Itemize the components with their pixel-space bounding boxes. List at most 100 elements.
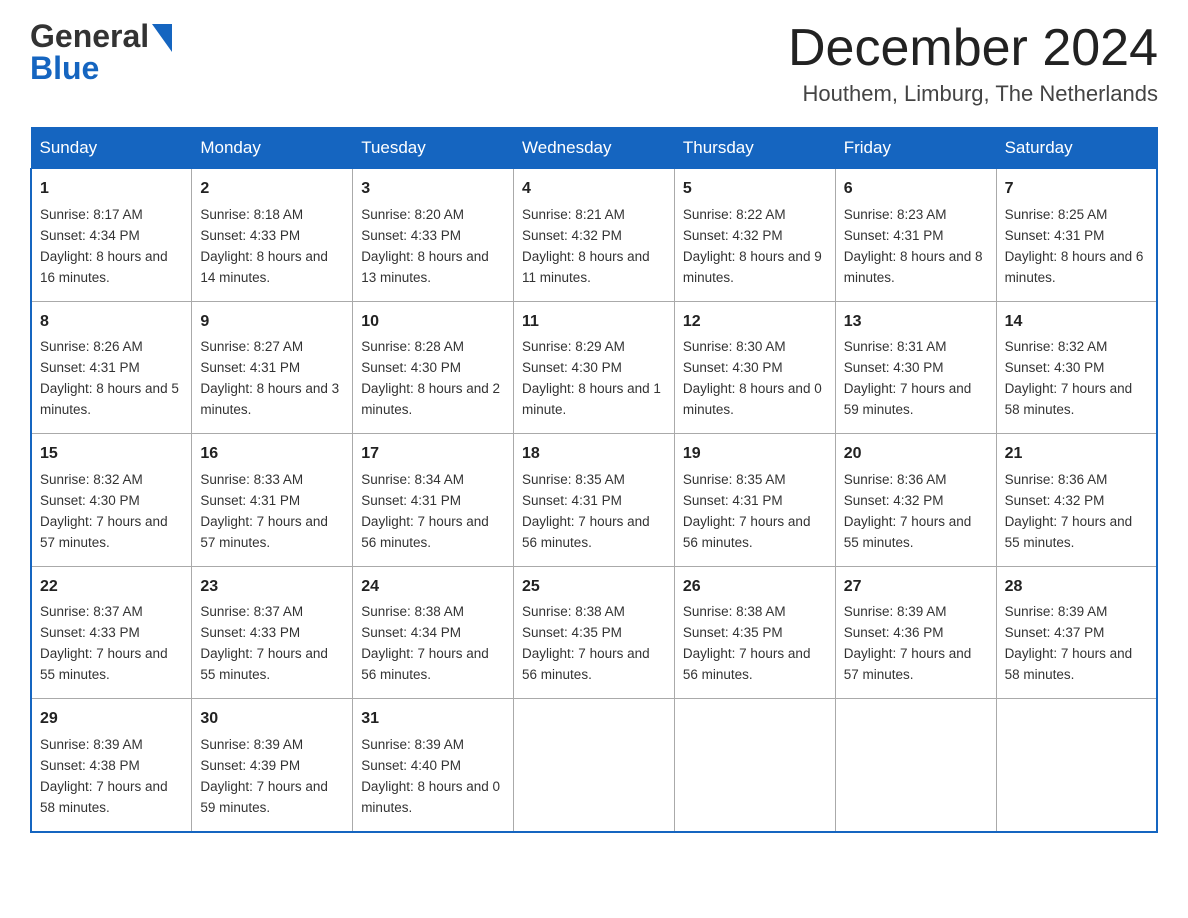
daylight-text: Daylight: 8 hours and 9 minutes.: [683, 249, 822, 285]
calendar-cell: 11Sunrise: 8:29 AMSunset: 4:30 PMDayligh…: [514, 301, 675, 433]
calendar-cell: 24Sunrise: 8:38 AMSunset: 4:34 PMDayligh…: [353, 566, 514, 698]
daylight-text: Daylight: 7 hours and 56 minutes.: [683, 646, 811, 682]
calendar-week-row: 29Sunrise: 8:39 AMSunset: 4:38 PMDayligh…: [31, 699, 1157, 832]
calendar-cell: 4Sunrise: 8:21 AMSunset: 4:32 PMDaylight…: [514, 169, 675, 301]
day-number: 3: [361, 177, 505, 202]
sunset-text: Sunset: 4:31 PM: [683, 493, 783, 508]
sunset-text: Sunset: 4:30 PM: [522, 360, 622, 375]
sunrise-text: Sunrise: 8:27 AM: [200, 339, 303, 354]
day-number: 11: [522, 310, 666, 335]
calendar-cell: 5Sunrise: 8:22 AMSunset: 4:32 PMDaylight…: [674, 169, 835, 301]
logo-arrow-icon: [152, 24, 172, 52]
col-saturday: Saturday: [996, 128, 1157, 169]
calendar-cell: 13Sunrise: 8:31 AMSunset: 4:30 PMDayligh…: [835, 301, 996, 433]
sunset-text: Sunset: 4:32 PM: [683, 228, 783, 243]
sunrise-text: Sunrise: 8:32 AM: [1005, 339, 1108, 354]
day-number: 4: [522, 177, 666, 202]
logo-general-text: General: [30, 20, 149, 52]
calendar-cell: 9 Sunrise: 8:27 AM Sunset: 4:31 PM Daylight…: [192, 301, 353, 433]
sunset-text: Sunset: 4:32 PM: [1005, 493, 1105, 508]
calendar-cell: 25Sunrise: 8:38 AMSunset: 4:35 PMDayligh…: [514, 566, 675, 698]
calendar-cell: 19Sunrise: 8:35 AMSunset: 4:31 PMDayligh…: [674, 434, 835, 566]
sunset-text: Sunset: 4:31 PM: [522, 493, 622, 508]
calendar-week-row: 15Sunrise: 8:32 AMSunset: 4:30 PMDayligh…: [31, 434, 1157, 566]
calendar-cell: 6 Sunrise: 8:23 AM Sunset: 4:31 PM Daylight…: [835, 169, 996, 301]
calendar-cell: 8Sunrise: 8:26 AMSunset: 4:31 PMDaylight…: [31, 301, 192, 433]
daylight-text: Daylight: 8 hours and 16 minutes.: [40, 249, 168, 285]
sunrise-text: Sunrise: 8:35 AM: [522, 472, 625, 487]
daylight-text: Daylight: 8 hours and 1 minute.: [522, 381, 661, 417]
daylight-text: Daylight: 8 hours and 11 minutes.: [522, 249, 650, 285]
sunrise-text: Sunrise: 8:38 AM: [361, 604, 464, 619]
calendar-cell: 1 Sunrise: 8:17 AM Sunset: 4:34 PM Daylight…: [31, 169, 192, 301]
day-number: 20: [844, 442, 988, 467]
sunset-text: Sunset: 4:32 PM: [844, 493, 944, 508]
sunset-text: Sunset: 4:30 PM: [1005, 360, 1105, 375]
calendar-cell: [514, 699, 675, 832]
sunrise-text: Sunrise: 8:26 AM: [40, 339, 143, 354]
day-number: 13: [844, 310, 988, 335]
calendar-cell: 12Sunrise: 8:30 AMSunset: 4:30 PMDayligh…: [674, 301, 835, 433]
day-number: 15: [40, 442, 183, 467]
sunset-text: Sunset: 4:40 PM: [361, 758, 461, 773]
day-number: 27: [844, 575, 988, 600]
sunrise-text: Sunrise: 8:39 AM: [40, 737, 143, 752]
sunset-text: Sunset: 4:39 PM: [200, 758, 300, 773]
daylight-text: Daylight: 7 hours and 55 minutes.: [1005, 514, 1133, 550]
daylight-text: Daylight: 8 hours and 8 minutes.: [844, 249, 983, 285]
title-section: December 2024 Houthem, Limburg, The Neth…: [788, 20, 1158, 107]
day-number: 28: [1005, 575, 1148, 600]
sunrise-text: Sunrise: 8:39 AM: [200, 737, 303, 752]
calendar-cell: 26Sunrise: 8:38 AMSunset: 4:35 PMDayligh…: [674, 566, 835, 698]
daylight-text: Daylight: 8 hours and 2 minutes.: [361, 381, 500, 417]
calendar-week-row: 1 Sunrise: 8:17 AM Sunset: 4:34 PM Daylight…: [31, 169, 1157, 301]
calendar-cell: 18Sunrise: 8:35 AMSunset: 4:31 PMDayligh…: [514, 434, 675, 566]
daylight-text: Daylight: 7 hours and 57 minutes.: [40, 514, 168, 550]
daylight-text: Daylight: 7 hours and 56 minutes.: [361, 646, 489, 682]
daylight-text: Daylight: 7 hours and 58 minutes.: [1005, 381, 1133, 417]
sunrise-text: Sunrise: 8:36 AM: [1005, 472, 1108, 487]
page-header: General Blue December 2024 Houthem, Limb…: [30, 20, 1158, 107]
calendar-cell: 7Sunrise: 8:25 AMSunset: 4:31 PMDaylight…: [996, 169, 1157, 301]
daylight-text: Daylight: 8 hours and 3 minutes.: [200, 381, 339, 417]
location-title: Houthem, Limburg, The Netherlands: [788, 81, 1158, 107]
day-number: 30: [200, 707, 344, 732]
sunset-text: Sunset: 4:35 PM: [522, 625, 622, 640]
day-number: 1: [40, 177, 183, 202]
daylight-text: Daylight: 8 hours and 0 minutes.: [361, 779, 500, 815]
day-number: 19: [683, 442, 827, 467]
calendar-cell: 3Sunrise: 8:20 AMSunset: 4:33 PMDaylight…: [353, 169, 514, 301]
calendar-cell: 29Sunrise: 8:39 AMSunset: 4:38 PMDayligh…: [31, 699, 192, 832]
sunrise-text: Sunrise: 8:25 AM: [1005, 207, 1108, 222]
sunset-text: Sunset: 4:31 PM: [200, 360, 300, 375]
sunrise-text: Sunrise: 8:34 AM: [361, 472, 464, 487]
sunset-text: Sunset: 4:32 PM: [522, 228, 622, 243]
daylight-text: Daylight: 7 hours and 57 minutes.: [200, 514, 328, 550]
sunrise-text: Sunrise: 8:20 AM: [361, 207, 464, 222]
day-number: 6: [844, 177, 988, 202]
day-number: 7: [1005, 177, 1148, 202]
sunset-text: Sunset: 4:30 PM: [361, 360, 461, 375]
calendar-cell: [835, 699, 996, 832]
day-number: 29: [40, 707, 183, 732]
sunset-text: Sunset: 4:31 PM: [844, 228, 944, 243]
calendar-cell: 22Sunrise: 8:37 AMSunset: 4:33 PMDayligh…: [31, 566, 192, 698]
day-number: 31: [361, 707, 505, 732]
day-number: 14: [1005, 310, 1148, 335]
sunset-text: Sunset: 4:31 PM: [361, 493, 461, 508]
sunrise-text: Sunrise: 8:17 AM: [40, 207, 143, 222]
daylight-text: Daylight: 8 hours and 0 minutes.: [683, 381, 822, 417]
sunrise-text: Sunrise: 8:23 AM: [844, 207, 947, 222]
day-number: 8: [40, 310, 183, 335]
sunrise-text: Sunrise: 8:30 AM: [683, 339, 786, 354]
calendar-cell: 31Sunrise: 8:39 AMSunset: 4:40 PMDayligh…: [353, 699, 514, 832]
day-number: 9: [200, 310, 344, 335]
daylight-text: Daylight: 7 hours and 56 minutes.: [361, 514, 489, 550]
day-number: 5: [683, 177, 827, 202]
sunrise-text: Sunrise: 8:32 AM: [40, 472, 143, 487]
col-tuesday: Tuesday: [353, 128, 514, 169]
calendar-cell: 21Sunrise: 8:36 AMSunset: 4:32 PMDayligh…: [996, 434, 1157, 566]
calendar-cell: 10Sunrise: 8:28 AMSunset: 4:30 PMDayligh…: [353, 301, 514, 433]
sunset-text: Sunset: 4:34 PM: [40, 228, 140, 243]
sunset-text: Sunset: 4:37 PM: [1005, 625, 1105, 640]
